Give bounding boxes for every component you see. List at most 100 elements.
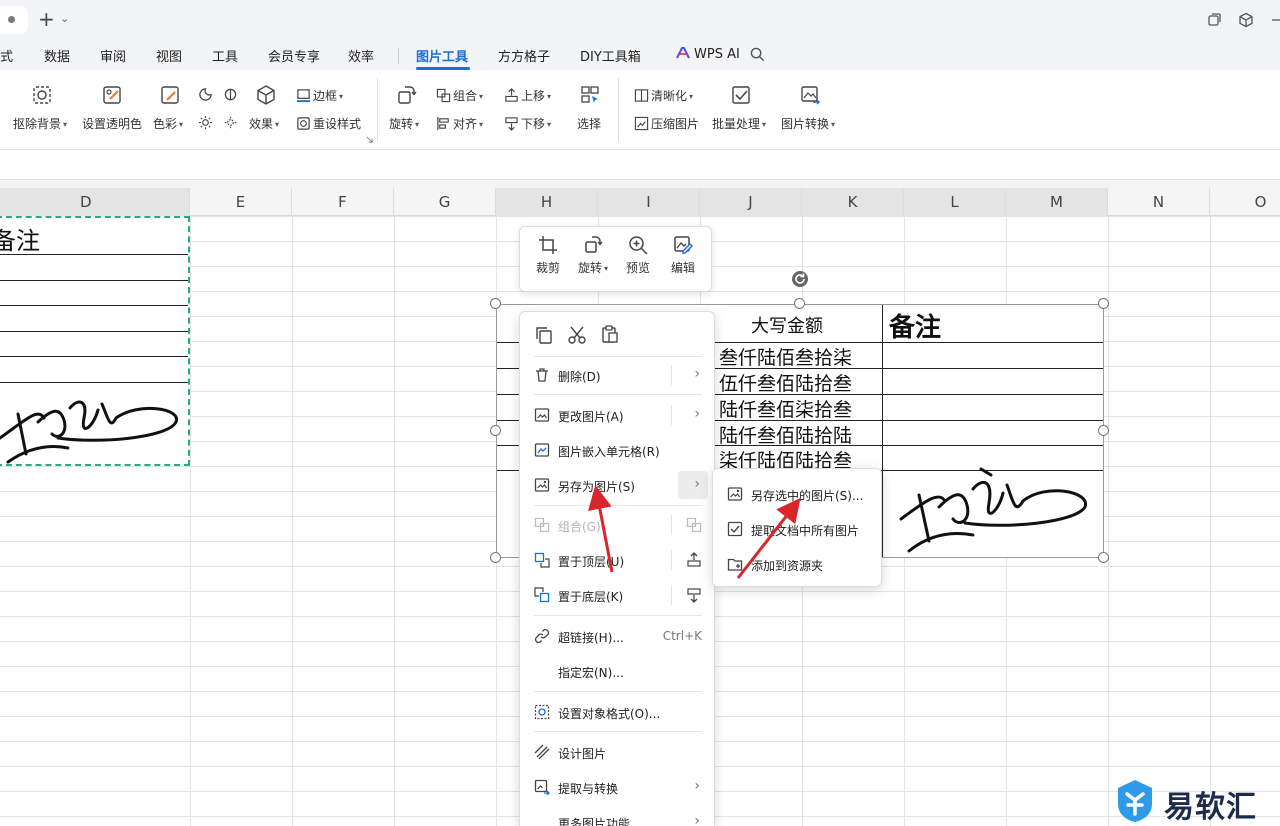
- border-icon: [296, 89, 311, 103]
- edit-button[interactable]: 编辑: [661, 235, 705, 276]
- menu-member[interactable]: 会员专享: [268, 46, 320, 65]
- remove-bg-button[interactable]: 抠除背景 ▾: [13, 115, 67, 132]
- column-header-g[interactable]: G: [394, 188, 496, 216]
- convert-icon-box[interactable]: [798, 84, 822, 109]
- menu-item-more-functions[interactable]: 更多图片功能 ›: [520, 806, 716, 826]
- submenu-save-selected[interactable]: 另存选中的图片(S)...: [713, 477, 883, 511]
- border-button[interactable]: 边框 ▾: [296, 87, 343, 104]
- brightness-down-icon[interactable]: [223, 87, 238, 102]
- move-up-button[interactable]: 上移 ▾: [504, 87, 551, 104]
- cut-icon[interactable]: [567, 325, 587, 345]
- paste-icon[interactable]: [600, 324, 620, 344]
- column-header-k[interactable]: K: [802, 188, 904, 216]
- dialog-launcher-icon[interactable]: [366, 136, 373, 143]
- menu-item-send-back[interactable]: 置于底层(K): [520, 579, 716, 611]
- column-header-n[interactable]: N: [1108, 188, 1210, 216]
- move-down-label: 下移: [521, 117, 546, 131]
- color-icon-box[interactable]: [158, 84, 182, 109]
- column-header-l[interactable]: L: [904, 188, 1006, 216]
- sharpen-button[interactable]: 清晰化 ▾: [634, 87, 693, 104]
- resize-handle-bottom-left[interactable]: [490, 552, 501, 563]
- formula-bar[interactable]: [0, 150, 1280, 180]
- format-object-icon: [534, 704, 550, 720]
- resize-handle-top-left[interactable]: [490, 298, 501, 309]
- group-button[interactable]: 组合 ▾: [436, 87, 483, 104]
- contrast-up-icon[interactable]: [198, 115, 213, 130]
- preview-button[interactable]: 预览: [616, 235, 660, 276]
- column-header-j[interactable]: J: [700, 188, 802, 216]
- menu-data[interactable]: 数据: [44, 46, 70, 65]
- window-control-icon[interactable]: [1270, 12, 1280, 28]
- select-button[interactable]: 选择: [577, 115, 601, 132]
- table-line: [0, 254, 188, 255]
- menu-item-design-picture[interactable]: 设计图片: [520, 736, 716, 768]
- set-transparent-button[interactable]: 设置透明色: [82, 115, 142, 132]
- brightness-up-icon[interactable]: [198, 87, 213, 102]
- menu-item-bring-front[interactable]: 置于顶层(U): [520, 544, 716, 576]
- resize-handle-top-right[interactable]: [1098, 298, 1109, 309]
- document-tab[interactable]: [0, 6, 28, 34]
- column-header-i[interactable]: I: [598, 188, 700, 216]
- resize-handle-bottom-right[interactable]: [1098, 552, 1109, 563]
- resize-handle-right[interactable]: [1098, 425, 1109, 436]
- menu-view[interactable]: 视图: [156, 46, 182, 65]
- copy-icon[interactable]: [534, 325, 554, 345]
- menu-item-group[interactable]: 组合(G): [520, 509, 716, 541]
- menu-review[interactable]: 审阅: [100, 46, 126, 65]
- float-rotate-button[interactable]: 旋转 ▾: [571, 235, 615, 276]
- menu-item-assign-macro[interactable]: 指定宏(N)...: [520, 655, 716, 687]
- search-icon[interactable]: [750, 47, 765, 62]
- compress-button[interactable]: 压缩图片: [634, 115, 699, 132]
- rotate-handle-icon[interactable]: [790, 269, 810, 289]
- column-header-o[interactable]: O: [1210, 188, 1280, 216]
- menu-item-extract-convert[interactable]: 提取与转换 ›: [520, 771, 716, 803]
- rotate-icon-box[interactable]: [394, 84, 418, 109]
- tab-list-chevron-icon[interactable]: ⌄: [60, 12, 69, 25]
- new-tab-button[interactable]: +: [38, 8, 55, 30]
- select-icon-box[interactable]: [578, 84, 602, 109]
- contrast-down-icon[interactable]: [223, 115, 238, 130]
- menu-item-hyperlink[interactable]: 超链接(H)... Ctrl+K: [520, 620, 716, 652]
- color-button[interactable]: 色彩 ▾: [153, 115, 183, 132]
- move-down-icon: [687, 588, 701, 603]
- remove-bg-label: 抠除背景: [13, 117, 62, 131]
- menu-diy-toolbox[interactable]: DIY工具箱: [580, 46, 641, 65]
- align-button[interactable]: 对齐 ▾: [436, 115, 483, 132]
- picture-convert-button[interactable]: 图片转换 ▾: [781, 115, 835, 132]
- move-down-button[interactable]: 下移 ▾: [504, 115, 551, 132]
- remove-bg-icon-box[interactable]: [30, 84, 54, 109]
- menu-item-delete[interactable]: 删除(D) ›: [520, 359, 716, 391]
- menu-picture-tools[interactable]: 图片工具: [416, 46, 468, 65]
- menu-item-save-as-picture[interactable]: 另存为图片(S) ›: [520, 469, 716, 501]
- batch-process-button[interactable]: 批量处理 ▾: [712, 115, 766, 132]
- column-header-m[interactable]: M: [1006, 188, 1108, 216]
- header-amount: 大写金额: [751, 316, 823, 337]
- menu-efficiency[interactable]: 效率: [348, 46, 374, 65]
- reset-style-button[interactable]: 重设样式: [296, 115, 361, 132]
- batch-icon-box[interactable]: [729, 84, 753, 109]
- left-table-image[interactable]: 备注: [0, 216, 190, 466]
- menu-tools[interactable]: 工具: [212, 46, 238, 65]
- menu-format[interactable]: 式: [0, 46, 13, 65]
- transparent-icon-box[interactable]: [100, 84, 124, 109]
- menu-item-format-object[interactable]: 设置对象格式(O)...: [520, 696, 716, 728]
- crop-button[interactable]: 裁剪: [526, 235, 570, 276]
- column-header-d[interactable]: D: [0, 188, 190, 216]
- column-header-f[interactable]: F: [292, 188, 394, 216]
- rotate-button[interactable]: 旋转 ▾: [389, 115, 419, 132]
- resize-handle-top[interactable]: [794, 298, 805, 309]
- column-header-h[interactable]: H: [496, 188, 598, 216]
- cube-icon[interactable]: [1238, 12, 1254, 28]
- menu-item-embed-cell[interactable]: 图片嵌入单元格(R): [520, 434, 716, 466]
- resize-handle-left[interactable]: [490, 425, 501, 436]
- effect-icon-box[interactable]: [254, 84, 278, 109]
- window-restore-icon[interactable]: [1206, 12, 1222, 28]
- menu-item-change-picture[interactable]: 更改图片(A) ›: [520, 399, 716, 431]
- menu-divider: [534, 505, 702, 506]
- submenu-extract-all[interactable]: 提取文档中所有图片: [713, 512, 883, 546]
- menu-fangfang[interactable]: 方方格子: [498, 46, 550, 65]
- submenu-add-to-resources[interactable]: 添加到资源夹: [713, 547, 883, 581]
- menu-wps-ai[interactable]: WPS AI: [676, 46, 740, 62]
- column-header-e[interactable]: E: [190, 188, 292, 216]
- effect-button[interactable]: 效果 ▾: [249, 115, 279, 132]
